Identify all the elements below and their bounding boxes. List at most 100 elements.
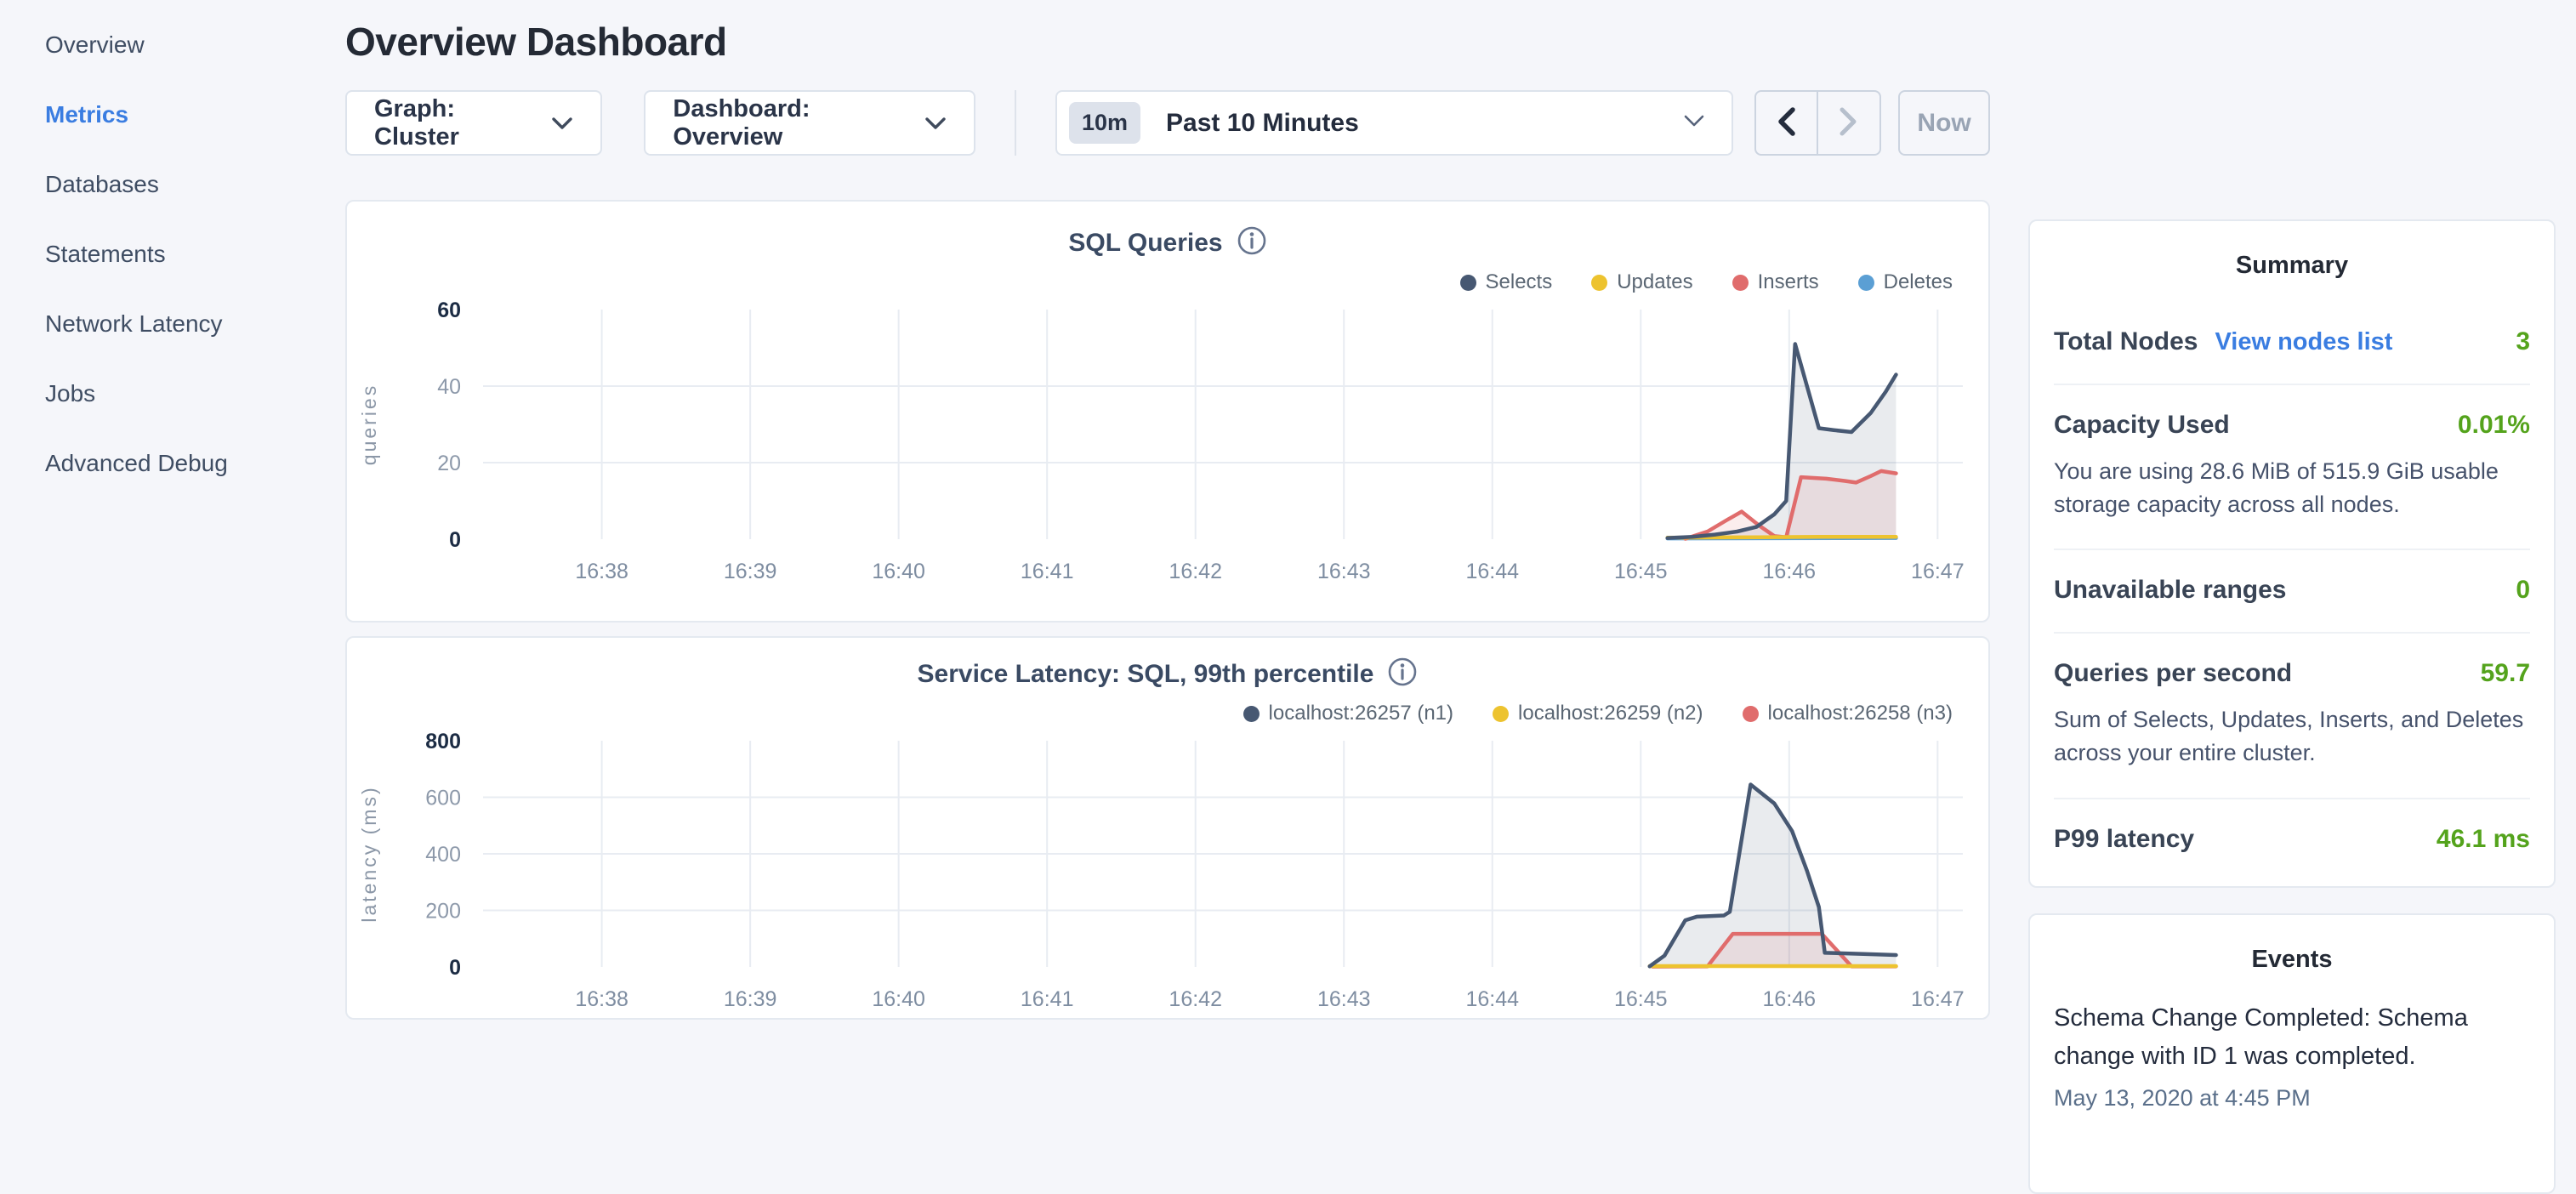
y-axis-label: queries [358,384,380,465]
svg-text:16:42: 16:42 [1169,560,1222,583]
legend-label: Deletes [1884,270,1953,294]
svg-text:16:40: 16:40 [872,987,925,1011]
y-axis-label: latency (ms) [358,785,380,922]
sql-queries-chart: 16:3816:3916:4016:4116:4216:4316:4416:45… [347,298,1988,590]
sidebar-item-databases[interactable]: Databases [45,150,345,219]
legend-label: localhost:26259 (n2) [1518,702,1703,725]
sidebar-item-label[interactable]: Network Latency [45,310,223,338]
sidebar-item-statements[interactable]: Statements [45,219,345,289]
sidebar-list: Overview Metrics Databases Statements Networ… [45,10,345,498]
view-nodes-list-link[interactable]: View nodes list [2215,328,2392,356]
summary-row-capacity-used: Capacity Used 0.01% You are using 28.6 MiB… [2054,385,2530,550]
summary-rows: Total NodesView nodes list3Capacity Used… [2054,302,2530,881]
sidebar-item-label[interactable]: Databases [45,171,159,198]
sidebar-item-label[interactable]: Advanced Debug [45,450,228,477]
svg-text:16:46: 16:46 [1763,560,1817,583]
legend-label: Updates [1617,270,1692,294]
summary-row-value: 59.7 [2481,659,2530,688]
chevron-left-icon [1775,106,1797,139]
svg-text:16:41: 16:41 [1021,560,1074,583]
summary-row-unavailable-ranges: Unavailable ranges0 [2054,550,2530,634]
svg-text:16:43: 16:43 [1317,987,1371,1011]
svg-text:0: 0 [449,956,461,980]
svg-text:16:44: 16:44 [1465,560,1519,583]
info-icon[interactable] [1237,225,1267,260]
sidebar-item-jobs[interactable]: Jobs [45,359,345,429]
svg-text:16:46: 16:46 [1763,987,1817,1011]
svg-text:16:39: 16:39 [724,560,777,583]
svg-text:600: 600 [425,787,461,810]
time-range-badge: 10m [1069,102,1140,144]
chart-title: SQL Queries [1068,229,1222,258]
svg-text:16:40: 16:40 [872,560,925,583]
svg-text:16:47: 16:47 [1911,560,1965,583]
sidebar-item-network-latency[interactable]: Network Latency [45,289,345,359]
next-time-button[interactable] [1818,92,1880,154]
chevron-right-icon [1838,106,1860,139]
page-title: Overview Dashboard [345,19,1990,65]
chart-grid [483,310,1963,539]
sidebar-item-label[interactable]: Jobs [45,380,95,407]
legend-item-selects[interactable]: Selects [1460,270,1553,294]
chevron-down-icon [924,109,947,137]
summary-title: Summary [2054,252,2530,280]
summary-row-description: Sum of Selects, Updates, Inserts, and De… [2054,703,2530,770]
summary-row-value: 0.01% [2458,411,2530,440]
svg-text:16:44: 16:44 [1465,987,1519,1011]
events-panel: Events Schema Change Completed: Schema c… [2028,913,2556,1194]
legend-item-inserts[interactable]: Inserts [1732,270,1819,294]
chart-title: Service Latency: SQL, 99th percentile [918,660,1374,689]
controls-divider [1015,90,1016,156]
info-icon[interactable] [1387,657,1418,691]
summary-row-value: 46.1 ms [2437,825,2530,854]
sidebar-item-overview[interactable]: Overview [45,10,345,80]
graph-dropdown-label: Graph: Cluster [374,95,529,151]
summary-row-label: Unavailable ranges [2054,576,2286,605]
summary-row-queries-per-second: Queries per second59.7Sum of Selects, Up… [2054,634,2530,799]
previous-time-button[interactable] [1756,92,1818,154]
svg-text:16:39: 16:39 [724,987,777,1011]
summary-row-p99-latency: P99 latency 46.1 ms [2054,799,2530,881]
chart-legend: Selects Updates Inserts Deletes [347,270,1988,294]
chevron-down-icon [1682,113,1706,133]
legend-item-localhost-26257-n1[interactable]: localhost:26257 (n1) [1243,702,1453,725]
right-sidebar: Summary Total NodesView nodes list3Capac… [2028,219,2556,1194]
legend-dot-icon [1243,706,1260,722]
svg-text:200: 200 [425,900,461,924]
chart-legend: localhost:26257 (n1) localhost:26259 (n2)… [347,702,1988,725]
legend-item-localhost-26259-n2[interactable]: localhost:26259 (n2) [1493,702,1703,725]
dashboard-dropdown[interactable]: Dashboard: Overview [644,90,975,156]
legend-item-updates[interactable]: Updates [1591,270,1692,294]
event-timestamp: May 13, 2020 at 4:45 PM [2054,1085,2530,1112]
events-title: Events [2054,946,2530,974]
event-item: Schema Change Completed: Schema change w… [2054,999,2530,1112]
summary-row-description: You are using 28.6 MiB of 515.9 GiB usab… [2054,455,2530,521]
svg-text:16:38: 16:38 [575,987,628,1011]
summary-row-label: P99 latency [2054,825,2194,854]
service-latency-chart-panel: Service Latency: SQL, 99th percentile lo… [345,636,1990,1020]
legend-dot-icon [1493,706,1509,722]
sidebar-item-label[interactable]: Metrics [45,101,128,128]
time-range-selector[interactable]: 10m Past 10 Minutes [1055,90,1733,156]
graph-dropdown[interactable]: Graph: Cluster [345,90,602,156]
time-range-label: Past 10 Minutes [1166,109,1682,138]
summary-row-label: Capacity Used [2054,411,2230,440]
svg-text:16:43: 16:43 [1317,560,1371,583]
sidebar-item-label[interactable]: Overview [45,31,145,59]
legend-label: Inserts [1758,270,1819,294]
now-button[interactable]: Now [1898,90,1990,156]
summary-row-total-nodes: Total NodesView nodes list3 [2054,302,2530,385]
sidebar-item-advanced-debug[interactable]: Advanced Debug [45,429,345,498]
time-step-button-group [1754,90,1881,156]
legend-item-deletes[interactable]: Deletes [1858,270,1953,294]
svg-text:60: 60 [437,298,461,322]
main-content: Overview Dashboard Graph: Cluster Dashbo… [345,0,1990,1020]
svg-text:40: 40 [437,375,461,399]
sidebar-item-metrics[interactable]: Metrics [45,80,345,150]
sidebar-item-label[interactable]: Statements [45,241,166,268]
sidebar-nav: Overview Metrics Databases Statements Networ… [0,0,345,498]
legend-label: Selects [1486,270,1553,294]
service-latency-chart: 16:3816:3916:4016:4116:4216:4316:4416:45… [347,729,1988,1018]
legend-item-localhost-26258-n3[interactable]: localhost:26258 (n3) [1743,702,1953,725]
svg-text:16:38: 16:38 [575,560,628,583]
